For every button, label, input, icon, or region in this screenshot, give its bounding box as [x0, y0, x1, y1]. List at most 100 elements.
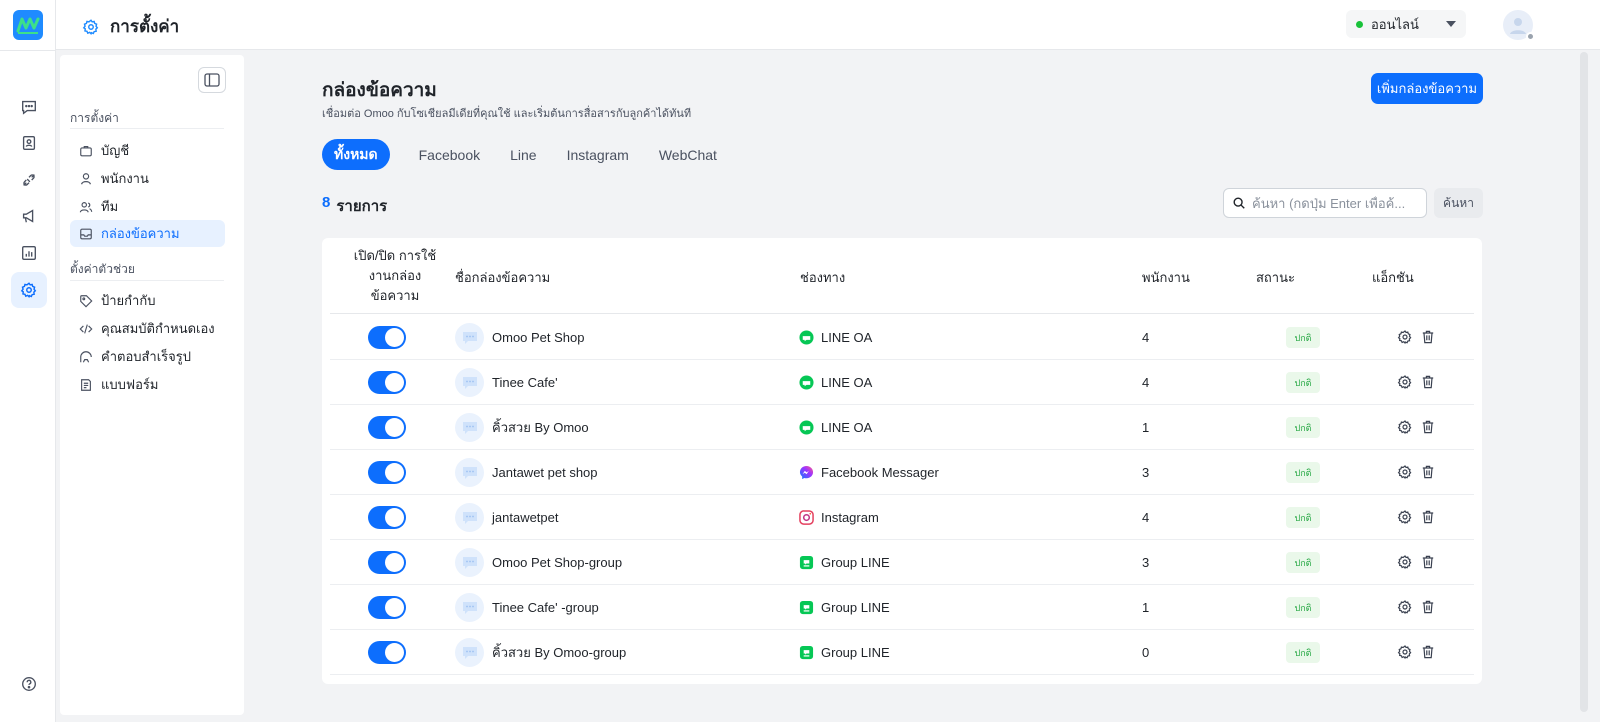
sidebar-item-staff[interactable]: พนักงาน — [70, 165, 225, 192]
omoo-logo-icon[interactable] — [13, 10, 43, 40]
help-question-icon[interactable] — [11, 666, 47, 702]
page-title: กล่องข้อความ — [322, 80, 437, 101]
collapse-sidebar-button[interactable] — [198, 67, 226, 93]
integration-plug-icon[interactable] — [11, 162, 47, 198]
line-oa-icon — [799, 375, 821, 390]
settings-icon[interactable] — [1397, 464, 1413, 480]
settings-icon[interactable] — [1397, 374, 1413, 390]
sidebar-item-inbox[interactable]: กล่องข้อความ — [70, 220, 225, 247]
sidebar-item-label: พนักงาน — [101, 171, 149, 186]
sidebar-item-forms[interactable]: แบบฟอร์ม — [70, 371, 225, 398]
delete-trash-icon[interactable] — [1420, 329, 1436, 345]
inbox-avatar-icon — [455, 413, 484, 442]
inbox-avatar-icon — [455, 638, 484, 667]
settings-title-icon — [82, 18, 99, 35]
channel-cell: LINE OA — [799, 315, 872, 360]
inbox-enable-toggle[interactable] — [368, 461, 406, 484]
inbox-name: jantawetpet — [492, 510, 559, 525]
page-header: การตั้งค่า — [82, 13, 179, 40]
channel-cell: LINE OA — [799, 405, 872, 450]
settings-icon[interactable] — [1397, 329, 1413, 345]
delete-trash-icon[interactable] — [1420, 419, 1436, 435]
settings-icon[interactable] — [1397, 644, 1413, 660]
sidebar-item-label: บัญชี — [101, 143, 130, 158]
scrollbar-thumb[interactable] — [1580, 52, 1588, 712]
channel-name: Instagram — [821, 510, 879, 525]
search-input[interactable] — [1252, 195, 1422, 211]
staff-count: 4 — [1142, 375, 1150, 390]
instagram-icon — [799, 510, 821, 525]
delete-trash-icon[interactable] — [1420, 599, 1436, 615]
inbox-tray-icon — [80, 228, 92, 239]
status-column-header: สถานะ — [1256, 270, 1295, 285]
table-header: เปิด/ปิด การใช้ งานกล่อง ข้อความ ชื่อกล่… — [330, 238, 1474, 314]
toggle-knob — [385, 373, 404, 392]
icon-rail — [0, 0, 56, 722]
settings-icon[interactable] — [1397, 419, 1413, 435]
assistant-group-label: ตั้งค่าตัวช่วย — [70, 262, 135, 276]
toggle-knob — [385, 328, 404, 347]
page-scrollbar[interactable] — [1580, 52, 1588, 712]
inbox-name: Omoo Pet Shop-group — [492, 555, 623, 570]
delete-trash-icon[interactable] — [1420, 509, 1436, 525]
inbox-enable-toggle[interactable] — [368, 371, 406, 394]
delete-trash-icon[interactable] — [1420, 464, 1436, 480]
inbox-name: Tinee Cafe' -group — [492, 600, 599, 615]
tab-all[interactable]: ทั้งหมด — [322, 139, 390, 170]
inbox-enable-toggle[interactable] — [368, 596, 406, 619]
tab-instagram[interactable]: Instagram — [552, 139, 644, 170]
delete-trash-icon[interactable] — [1420, 644, 1436, 660]
sidebar-item-labels[interactable]: ป้ายกำกับ — [70, 287, 225, 314]
tab-line[interactable]: Line — [495, 139, 551, 170]
user-avatar[interactable] — [1503, 10, 1535, 41]
result-count-number: 8 — [322, 194, 331, 211]
inbox-enable-toggle[interactable] — [368, 326, 406, 349]
sidebar-item-account[interactable]: บัญชี — [70, 137, 225, 164]
table-row: Tinee Cafe' LINE OA 4 ปกติ — [330, 360, 1474, 405]
rail-divider — [0, 50, 56, 51]
channel-name: LINE OA — [821, 330, 873, 345]
settings-gear-icon[interactable] — [11, 272, 47, 308]
channel-cell: Group LINE — [799, 585, 890, 630]
toggle-header-line: งานกล่อง — [368, 268, 422, 283]
inbox-enable-toggle[interactable] — [368, 506, 406, 529]
sidebar-item-custom-attributes[interactable]: คุณสมบัติกำหนดเอง — [70, 315, 225, 342]
staff-count: 3 — [1142, 465, 1150, 480]
broadcast-megaphone-icon[interactable] — [11, 198, 47, 234]
toggle-knob — [385, 598, 404, 617]
tab-webchat[interactable]: WebChat — [644, 139, 732, 170]
status-badge: ปกติ — [1286, 642, 1320, 663]
name-column-header: ชื่อกล่องข้อความ — [455, 270, 551, 285]
inbox-enable-toggle[interactable] — [368, 416, 406, 439]
inbox-enable-toggle[interactable] — [368, 551, 406, 574]
settings-icon[interactable] — [1397, 554, 1413, 570]
delete-trash-icon[interactable] — [1420, 374, 1436, 390]
inbox-avatar-icon — [455, 368, 484, 397]
status-badge: ปกติ — [1286, 597, 1320, 618]
contacts-icon[interactable] — [11, 125, 47, 161]
sidebar-item-canned-responses[interactable]: คำตอบสำเร็จรูป — [70, 343, 225, 370]
staff-count: 1 — [1142, 420, 1150, 435]
delete-trash-icon[interactable] — [1420, 554, 1436, 570]
toggle-column-header: เปิด/ปิด การใช้ งานกล่อง ข้อความ — [340, 246, 450, 306]
sidebar-item-team[interactable]: ทีม — [70, 193, 225, 220]
tab-facebook[interactable]: Facebook — [404, 139, 495, 170]
online-status-select[interactable]: ออนไลน์ — [1346, 10, 1466, 38]
chat-icon[interactable] — [11, 89, 47, 125]
table-row: Omoo Pet Shop-group Group LINE 3 ปกติ — [330, 540, 1474, 585]
form-icon — [81, 378, 91, 391]
search-button[interactable]: ค้นหา — [1434, 188, 1483, 218]
group-line-icon — [799, 600, 821, 615]
add-inbox-button[interactable]: เพิ่มกล่องข้อความ — [1371, 73, 1483, 104]
search-field[interactable] — [1223, 188, 1427, 218]
status-badge: ปกติ — [1286, 372, 1320, 393]
sidebar-item-label: คุณสมบัติกำหนดเอง — [101, 321, 215, 336]
online-dot-icon — [1356, 20, 1363, 28]
inbox-enable-toggle[interactable] — [368, 641, 406, 664]
channel-column-header: ช่องทาง — [800, 270, 846, 285]
line-oa-icon — [799, 420, 821, 435]
settings-icon[interactable] — [1397, 599, 1413, 615]
settings-icon[interactable] — [1397, 509, 1413, 525]
settings-group-label: การตั้งค่า — [70, 111, 119, 125]
report-chart-icon[interactable] — [11, 235, 47, 271]
